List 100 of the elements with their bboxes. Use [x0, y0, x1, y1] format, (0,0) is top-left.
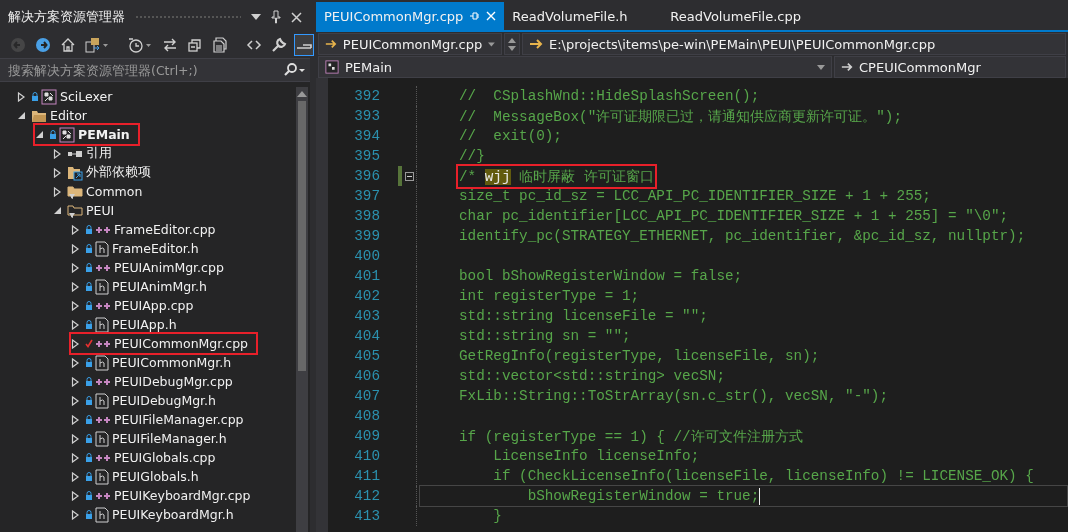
scrollbar[interactable] [296, 87, 308, 532]
collapsed-arrow-icon[interactable] [71, 262, 80, 273]
code-line: size_t pc_id_sz = LCC_API_PC_IDENTIFIER_SIZE + 1 + 255; [459, 188, 931, 204]
cpp-file-icon [95, 452, 111, 463]
collapsed-arrow-icon[interactable] [53, 186, 62, 197]
collapsed-arrow-icon[interactable] [17, 91, 26, 102]
path-field[interactable]: E:\projects\items\pe-win\PEMain\PEUI\PEUICommonMgr.cpp [522, 33, 1066, 55]
file-tab[interactable]: ReadVolumeFile.h [504, 2, 663, 30]
code-line: std::string sn = ""; [459, 328, 631, 344]
external-folder-icon [67, 164, 83, 181]
tree-item[interactable]: PEMain [33, 123, 140, 146]
code-line: /* wjj 临时屏蔽 许可证窗口 [459, 166, 654, 186]
cpp-file-icon [95, 490, 111, 501]
collapsed-arrow-icon[interactable] [71, 357, 80, 368]
line-number: 404 [353, 328, 380, 344]
code-line: // exit(0); [459, 128, 562, 144]
collapsed-arrow-icon[interactable] [71, 376, 80, 387]
project-icon [325, 60, 339, 74]
class-dropdown[interactable]: CPEUICommonMgr [834, 56, 1066, 78]
collapsed-arrow-icon[interactable] [71, 452, 80, 463]
code-line: } [492, 508, 502, 524]
collapsed-arrow-icon[interactable] [71, 509, 80, 520]
preview-icon[interactable] [294, 34, 314, 56]
collapsed-arrow-icon[interactable] [71, 338, 80, 349]
line-number: 401 [353, 268, 380, 284]
search-icon[interactable] [284, 63, 306, 77]
line-number: 392 [353, 88, 380, 104]
caret-icon [817, 64, 825, 70]
code-line: bShowRegisterWindow = true; [526, 488, 760, 504]
header-file-icon [95, 506, 109, 523]
cpp-file-icon [95, 376, 111, 387]
collapsed-arrow-icon[interactable] [71, 243, 80, 254]
project-icon [41, 88, 57, 105]
collapsed-arrow-icon[interactable] [53, 148, 62, 159]
line-number: 413 [353, 508, 380, 524]
arrow-icon [325, 39, 337, 49]
line-number: 405 [353, 348, 380, 364]
header-file-icon [95, 430, 109, 447]
pin-icon[interactable] [271, 10, 281, 24]
line-number: 400 [353, 248, 380, 264]
line-number: 411 [353, 468, 380, 484]
collapsed-arrow-icon[interactable] [71, 395, 80, 406]
line-number: 399 [353, 228, 380, 244]
line-number: 395 [353, 148, 380, 164]
line-number: 412 [353, 488, 380, 504]
cpp-file-icon [95, 300, 111, 311]
header-file-icon [95, 240, 109, 257]
collapse-icon[interactable] [404, 171, 414, 181]
code-line: // MessageBox("许可证期限已过，请通知供应商更新许可证。"); [459, 107, 902, 126]
dropdown-icon[interactable] [251, 14, 261, 20]
line-number: 393 [353, 108, 380, 124]
line-number: 409 [353, 428, 380, 444]
collapsed-arrow-icon[interactable] [71, 224, 80, 235]
search-field[interactable]: 搜索解决方案资源管理器(Ctrl+;) [0, 58, 310, 82]
spin-buttons[interactable] [504, 33, 520, 55]
close-icon[interactable] [291, 11, 302, 23]
cpp-file-icon [95, 414, 111, 425]
line-number: 397 [353, 188, 380, 204]
collapsed-arrow-icon[interactable] [71, 471, 80, 482]
code-line: LicenseInfo licenseInfo; [492, 448, 700, 464]
line-number: 402 [353, 288, 380, 304]
line-number: 408 [353, 408, 380, 424]
project-icon [59, 126, 75, 143]
code-line: GetRegInfo(registerType, licenseFile, sn); [459, 348, 820, 364]
collapsed-arrow-icon[interactable] [71, 281, 80, 292]
collapsed-arrow-icon[interactable] [71, 414, 80, 425]
code-line: //} [459, 148, 485, 164]
references-icon [67, 148, 83, 159]
collapsed-arrow-icon[interactable] [71, 490, 80, 501]
header-file-icon [95, 468, 109, 485]
expanded-arrow-icon[interactable] [53, 205, 62, 216]
collapsed-arrow-icon[interactable] [53, 167, 62, 178]
header-file-icon [95, 278, 109, 295]
collapsed-arrow-icon[interactable] [71, 319, 80, 330]
collapsed-arrow-icon[interactable] [71, 433, 80, 444]
code-line: int registerType = 1; [459, 288, 640, 304]
file-dropdown[interactable]: PEUICommonMgr.cpp [318, 33, 502, 55]
project-dropdown[interactable]: PEMain [318, 56, 832, 78]
file-tab[interactable]: ReadVolumeFile.cpp [662, 2, 821, 30]
code-line: // CSplashWnd::HideSplashScreen(); [459, 88, 760, 104]
cpp-file-icon [95, 338, 111, 349]
line-number: 410 [353, 448, 380, 464]
code-line: char pc_identifier[LCC_API_PC_IDENTIFIER_SIZE + 1 + 255] = "\0"; [459, 208, 1009, 224]
folder-icon [31, 108, 47, 123]
pages-icon[interactable] [210, 34, 230, 56]
cpp-file-icon [95, 262, 111, 273]
caret-icon [488, 41, 495, 47]
header-file-icon [95, 392, 109, 409]
line-number: 407 [353, 388, 380, 404]
expanded-arrow-icon[interactable] [35, 129, 44, 140]
text-cursor [759, 487, 761, 505]
tree-item[interactable]: PEUICommonMgr.cpp [69, 332, 258, 355]
header-file-icon [95, 354, 109, 371]
arrow-icon [529, 39, 543, 49]
scroll-up-arrow-icon[interactable] [297, 90, 307, 97]
expanded-arrow-icon[interactable] [17, 110, 26, 121]
code-line: std::vector<std::string> vecSN; [459, 368, 725, 384]
filter-folder-icon [67, 202, 83, 219]
collapsed-arrow-icon[interactable] [71, 300, 80, 311]
line-number: 394 [353, 128, 380, 144]
